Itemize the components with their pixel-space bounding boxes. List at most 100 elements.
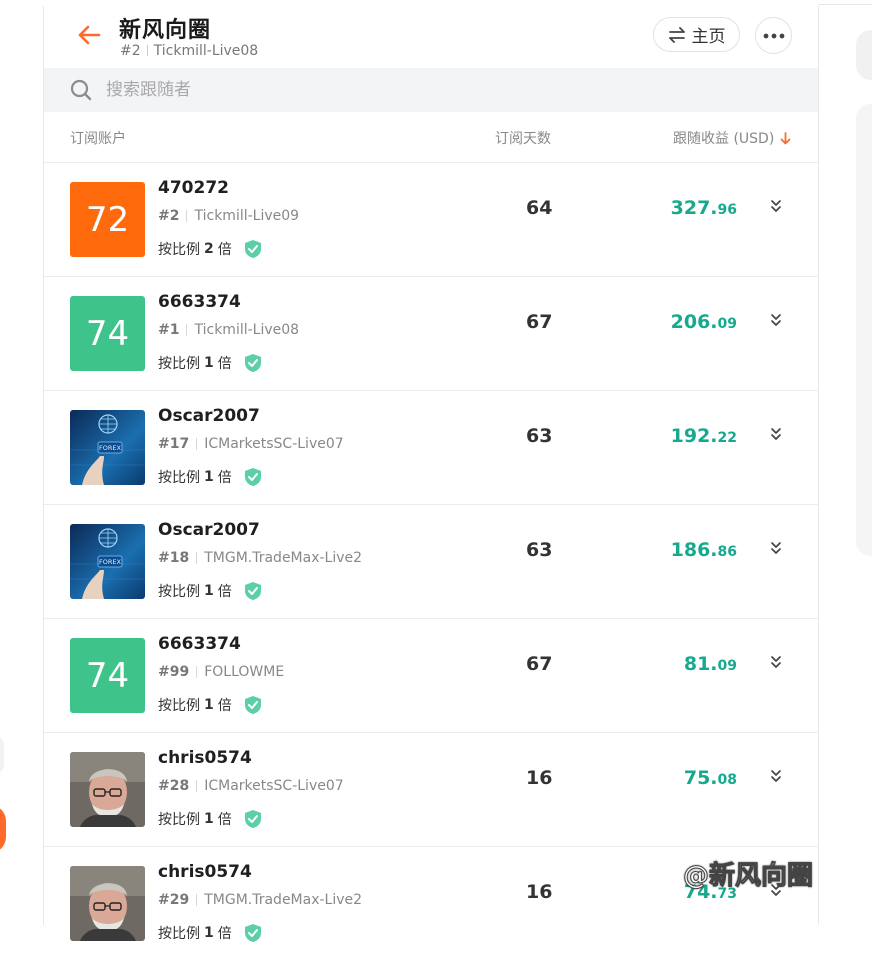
ratio-suffix: 倍 [217,242,232,258]
score-avatar[interactable]: 72 [70,182,145,257]
ratio-prefix: 按比例 [158,812,200,828]
account-rank: #18 TMGM.TradeMax-Live2 [158,550,362,566]
shield-check-icon [244,809,262,829]
shield-check-icon [244,695,262,715]
follow-profit: 192.22 [671,425,737,447]
expand-button[interactable] [768,311,784,329]
expand-button[interactable] [768,653,784,671]
header-account: Tickmill-Live08 [153,43,259,59]
broker-server: TMGM.TradeMax-Live2 [204,892,363,908]
broker-server: Tickmill-Live08 [194,322,300,338]
forex-avatar[interactable]: FOREX [70,410,145,485]
follow-ratio: 按比例 1 倍 [158,581,262,601]
follow-profit: 206.09 [671,311,737,333]
rank-number: #99 [158,664,190,680]
subscription-days: 63 [526,539,553,561]
expand-button[interactable] [768,197,784,215]
left-floating-bubble[interactable] [0,735,4,775]
broker-server: FOLLOWME [204,664,285,680]
broker-server: Tickmill-Live09 [194,208,300,224]
expand-button[interactable] [768,539,784,557]
ratio-suffix: 倍 [217,698,232,714]
home-button-label: 主页 [691,27,726,47]
subscription-days: 16 [526,881,553,903]
account-rank: #1 Tickmill-Live08 [158,322,299,338]
right-side-panel [856,104,872,556]
account-rank: #99 FOLLOWME [158,664,284,680]
arrow-down-icon [780,131,791,144]
header-rank: #2 [120,43,141,59]
left-floating-orange-button[interactable] [0,805,6,853]
subscription-days: 16 [526,767,553,789]
search-input[interactable] [104,79,608,101]
right-side-widget [856,30,872,80]
ratio-prefix: 按比例 [158,242,200,258]
table-row[interactable]: FOREX Oscar2007 #18 TMGM.TradeMax-Live2 按… [44,505,818,619]
account-name[interactable]: Oscar2007 [158,406,260,426]
account-rank: #2 Tickmill-Live09 [158,208,299,224]
table-row[interactable]: 74 6663374 #1 Tickmill-Live08 按比例 1 倍 67 20… [44,277,818,391]
divider [196,552,198,564]
watermark-text: @新风向圈 [682,861,814,892]
table-row[interactable]: chris0574 #28 ICMarketsSC-Live07 按比例 1 倍 16… [44,733,818,847]
ratio-multiplier: 1 [204,469,214,485]
table-row[interactable]: 72 470272 #2 Tickmill-Live09 按比例 2 倍 64 327… [44,163,818,277]
table-row[interactable]: 74 6663374 #99 FOLLOWME 按比例 1 倍 67 81.09 [44,619,818,733]
table-row[interactable]: FOREX Oscar2007 #17 ICMarketsSC-Live07 按比… [44,391,818,505]
account-name[interactable]: chris0574 [158,862,252,882]
divider [196,438,198,450]
follow-ratio: 按比例 1 倍 [158,695,262,715]
forex-avatar[interactable]: FOREX [70,524,145,599]
profit-integer: 192. [670,425,718,447]
follow-profit: 81.09 [684,653,737,675]
column-header-account: 订阅账户 [70,131,126,147]
follow-ratio: 按比例 1 倍 [158,923,262,943]
column-header-profit[interactable]: 跟随收益 (USD) [673,128,791,148]
expand-button[interactable] [768,425,784,443]
account-name[interactable]: chris0574 [158,748,252,768]
profit-integer: 75. [683,767,718,789]
account-name[interactable]: 6663374 [158,634,241,654]
divider [196,894,198,906]
rank-number: #2 [158,208,180,224]
ratio-multiplier: 1 [204,925,214,941]
more-button[interactable] [755,17,792,54]
search-icon [70,79,92,101]
divider [186,210,188,222]
forex-label: FOREX [99,558,121,566]
account-name[interactable]: 470272 [158,178,229,198]
score-avatar[interactable]: 74 [70,296,145,371]
rank-number: #1 [158,322,180,338]
broker-server: TMGM.TradeMax-Live2 [204,550,363,566]
follow-ratio: 按比例 1 倍 [158,809,262,829]
rank-number: #17 [158,436,190,452]
chevron-double-down-icon [771,314,781,326]
home-button[interactable]: 主页 [653,17,740,52]
rank-number: #29 [158,892,190,908]
ratio-multiplier: 2 [204,241,214,257]
account-name[interactable]: 6663374 [158,292,241,312]
score-avatar[interactable]: 74 [70,638,145,713]
user-photo-avatar[interactable] [70,866,145,941]
account-name[interactable]: Oscar2007 [158,520,260,540]
forex-label: FOREX [99,444,121,452]
back-button[interactable] [74,20,104,50]
profit-integer: 206. [670,311,718,333]
profit-integer: 327. [670,197,718,219]
score-value: 74 [85,655,130,696]
profit-decimal: 86 [717,544,737,560]
expand-button[interactable] [768,767,784,785]
chevron-double-down-icon [771,770,781,782]
followers-panel: 新风向圈 #2 Tickmill-Live08 主页 订阅账户 订阅天数 [43,6,819,942]
chevron-double-down-icon [771,200,781,212]
column-header-profit-label: 跟随收益 (USD) [673,131,775,147]
column-header-days[interactable]: 订阅天数 [495,128,551,148]
ratio-suffix: 倍 [217,812,232,828]
ratio-suffix: 倍 [217,926,232,942]
ratio-suffix: 倍 [217,584,232,600]
user-photo-avatar[interactable] [70,752,145,827]
rank-number: #18 [158,550,190,566]
page-title: 新风向圈 [119,18,212,43]
divider [196,780,198,792]
ratio-suffix: 倍 [217,356,232,372]
